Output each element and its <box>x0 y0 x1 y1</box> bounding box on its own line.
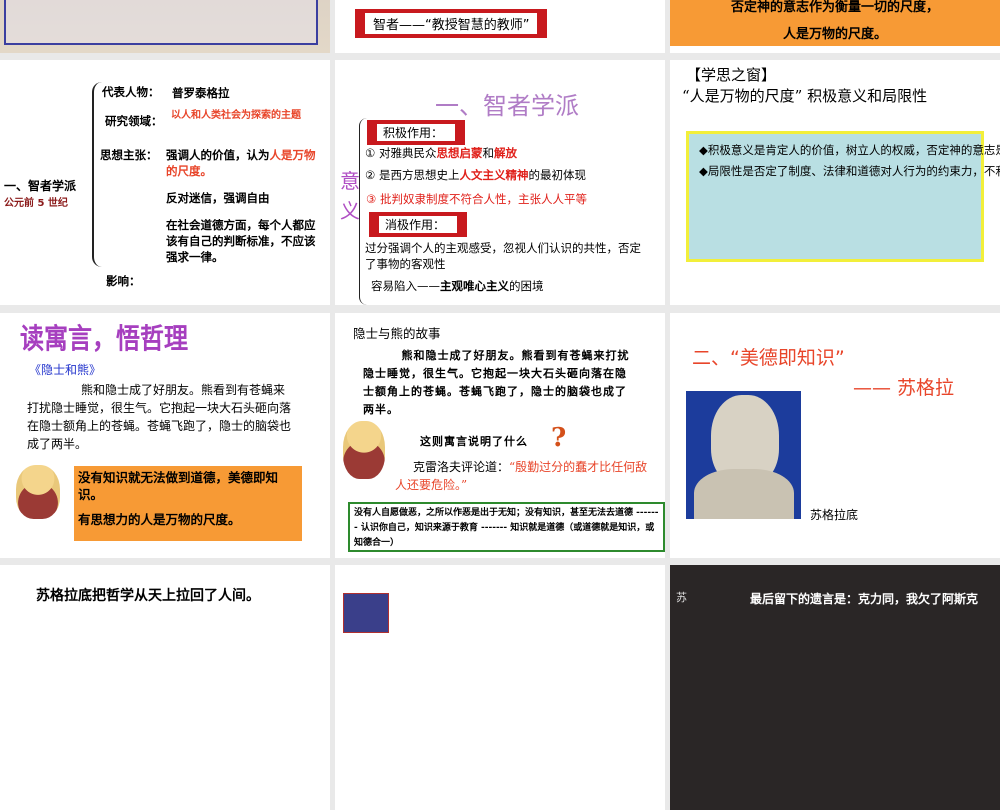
slide-thumbnail-6[interactable]: 【学思之窗】 “人是万物的尺度” 积极意义和局限性 ◆积极意义是肯定人的价值，树… <box>670 60 1000 305</box>
field-label: 研究领域： <box>105 114 163 128</box>
neg-2-text: 容易陷入—— <box>371 279 440 293</box>
story-text: 熊和隐士成了好朋友。熊看到有苍蝇来打扰隐士睡觉，很生气。它抱起一块大石头砸向落在… <box>363 349 630 416</box>
bullet-limitation: ◆局限性是否定了制度、法律和道德对人行为的约束力，不利于建立正常的社会秩序和社会… <box>699 164 1000 178</box>
slide-heading: 【学思之窗】 <box>686 66 777 84</box>
author-label: —— 苏格拉 <box>853 377 955 399</box>
point-2-highlight: 人文主义精神 <box>459 168 529 182</box>
era-label: 公元前 5 世纪 <box>4 198 68 209</box>
point-2: ② 是西方思想史上人文主义精神的最初体现 <box>365 167 586 183</box>
orange-box: 否定神的意志作为衡量一切的尺度， 人是万物的尺度。 <box>670 0 1000 46</box>
point-3: ③ 批判奴隶制度不符合人性，主张人人平等 <box>366 192 587 206</box>
slide-title: 二、“美德即知识” <box>692 347 845 369</box>
idea-1a: 强调人的价值，认为 <box>166 148 270 162</box>
idea-1: 强调人的价值，认为人是万物的尺度。 <box>166 147 316 179</box>
point-2-text: ② 是西方思想史上 <box>365 168 460 182</box>
slide-text: 最后留下的遗言是：克力同，我欠了阿斯克 <box>750 592 979 606</box>
point-1-and: 和 <box>482 146 494 160</box>
summary-box: 没有人自愿做恶，之所以作恶是出于无知；没有知识，甚至无法去道德 ------- … <box>348 502 665 552</box>
slide-thumbnail-4[interactable]: 一、智者学派 公元前 5 世纪 代表人物： 普罗泰格拉 研究领域： 以人和人类社… <box>0 60 330 305</box>
info-box: ◆积极意义是肯定人的价值，树立人的权威，否定神的意志是衡量一切的标准，体现了西方… <box>686 131 1000 262</box>
box-text-1: 没有知识就无法做到道德，美德即知识。 <box>78 470 279 502</box>
photo-frame <box>4 0 318 45</box>
idea-3: 在社会道德方面，每个人都应该有自己的判断标准，不应该强求一律。 <box>166 218 316 264</box>
negative-point-1: 过分强调个人的主观感受，忽视人们认识的共性，否定了事物的客观性 <box>365 241 641 271</box>
rep-label: 代表人物： <box>102 85 160 99</box>
slide-thumbnail-10[interactable]: 苏格拉底把哲学从天上拉回了人间。 <box>0 565 330 810</box>
bullet-positive: ◆积极意义是肯定人的价值，树立人的权威，否定神的意志是衡量一切的标准，体现了西方… <box>699 143 1000 157</box>
quote-attribution: 克雷洛夫评论道： <box>413 460 510 474</box>
slide-image <box>343 593 389 633</box>
slide-thumbnail-1[interactable] <box>0 0 330 53</box>
socrates-portrait <box>686 391 801 519</box>
side-label: 意义 <box>340 169 360 223</box>
question-mark-icon: ? <box>551 423 567 453</box>
point-1-highlight-2: 解放 <box>493 146 517 160</box>
box-text-2: 有思想力的人是万物的尺度。 <box>78 512 241 527</box>
portrait-caption: 苏格拉底 <box>810 508 859 522</box>
slide-text: 苏格拉底把哲学从天上拉回了人间。 <box>36 588 260 604</box>
orange-box: 没有知识就无法做到道德，美德即知识。 有思想力的人是万物的尺度。 <box>74 466 302 541</box>
brace <box>92 82 102 267</box>
slide-title: 读寓言，悟哲理 <box>20 322 188 356</box>
rep-value: 普罗泰格拉 <box>172 86 230 100</box>
slide-thumbnail-2[interactable]: 智者——“教授智慧的教师” <box>335 0 665 53</box>
quote: 克雷洛夫评论道：“殷勤过分的蠢才比任何敌人还要危险。” <box>395 458 655 494</box>
point-2-text-end: 的最初体现 <box>528 168 586 182</box>
slide-thumbnail-12[interactable]: 苏 最后留下的遗言是：克力同，我欠了阿斯克 <box>670 565 1000 810</box>
neg-2-end: 的困境 <box>509 279 544 293</box>
point-1-highlight: 思想启蒙 <box>436 146 483 160</box>
slide-thumbnail-11[interactable] <box>335 565 665 810</box>
question-text: 这则寓言说明了什么 <box>420 435 528 448</box>
slide-thumbnail-5[interactable]: 一、智者学派 意义 积极作用： ① 对雅典民众思想启蒙和解放 ② 是西方思想史上… <box>335 60 665 305</box>
field-value: 以人和人类社会为探索的主题 <box>171 110 301 121</box>
slide-subheading: “人是万物的尺度” 积极意义和局限性 <box>682 87 928 105</box>
slide-thumbnail-3[interactable]: 否定神的意志作为衡量一切的尺度， 人是万物的尺度。 <box>670 0 1000 53</box>
slide-title: 隐士与熊的故事 <box>353 326 441 341</box>
slide-title: 一、智者学派 <box>435 92 579 120</box>
influence-label: 影响： <box>106 274 141 288</box>
slide-thumbnail-7[interactable]: 读寓言，悟哲理 《隐士和熊》 熊和隐士成了好朋友。熊看到有苍蝇来打扰隐士睡觉，很… <box>0 313 330 558</box>
positive-label: 积极作用： <box>367 120 465 145</box>
box-line-2: 人是万物的尺度。 <box>782 27 887 42</box>
neg-2-highlight: 主观唯心主义 <box>440 279 509 293</box>
slide-thumbnail-8[interactable]: 隐士与熊的故事 熊和隐士成了好朋友。熊看到有苍蝇来打扰隐士睡觉，很生气。它抱起一… <box>335 313 665 558</box>
negative-label: 消极作用： <box>369 212 467 237</box>
slide-banner: 智者——“教授智慧的教师” <box>355 9 548 38</box>
bear-image <box>343 421 385 479</box>
idea-2: 反对迷信，强调自由 <box>166 191 270 205</box>
slide-thumbnail-9[interactable]: 二、“美德即知识” —— 苏格拉 苏格拉底 <box>670 313 1000 558</box>
story-title: 《隐士和熊》 <box>29 363 102 377</box>
story-text: 熊和隐士成了好朋友。熊看到有苍蝇来打扰隐士睡觉，很生气。它抱起一块大石头砸向落在… <box>27 383 292 451</box>
idea-label: 思想主张： <box>100 148 158 162</box>
point-1-text: ① 对雅典民众 <box>365 146 437 160</box>
slide-mark: 苏 <box>676 591 687 604</box>
bear-image <box>16 465 60 519</box>
point-1: ① 对雅典民众思想启蒙和解放 <box>365 145 517 161</box>
box-line-1: 否定神的意志作为衡量一切的尺度， <box>730 0 939 15</box>
negative-point-2: 容易陷入——主观唯心主义的困境 <box>371 278 544 294</box>
mindmap-root: 一、智者学派 <box>4 179 77 193</box>
